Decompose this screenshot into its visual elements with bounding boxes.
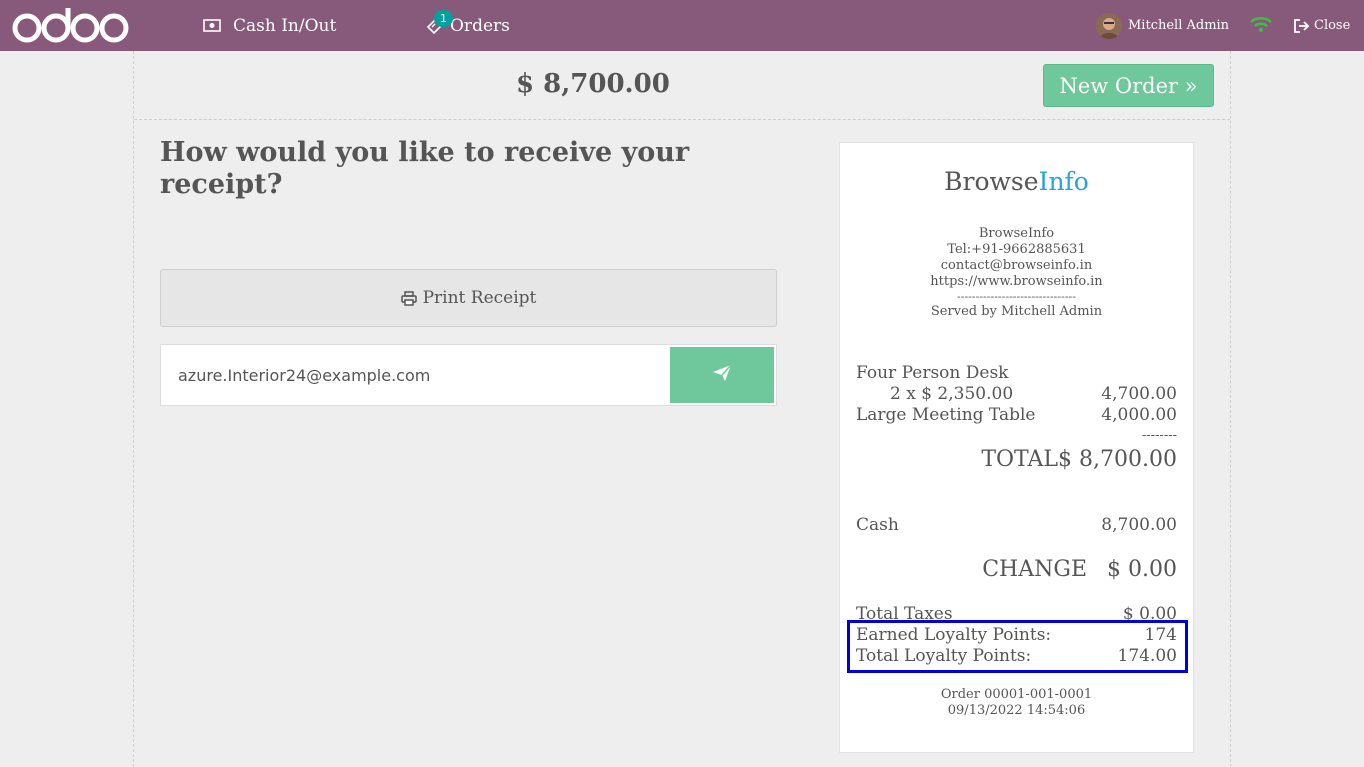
change-line: CHANGE $ 0.00	[856, 557, 1177, 582]
user-name: Mitchell Admin	[1128, 18, 1230, 33]
total-points-line: Total Loyalty Points: 174.00	[856, 646, 1177, 666]
email-input[interactable]	[178, 345, 668, 405]
receipt-line: Four Person Desk	[856, 363, 1177, 383]
product-name: Large Meeting Table	[856, 405, 1036, 425]
wifi-icon	[1250, 16, 1272, 36]
total-label: TOTAL	[981, 447, 1059, 472]
money-icon	[203, 19, 221, 32]
receipt-line: Large Meeting Table 4,000.00	[856, 405, 1177, 425]
served-by: Served by Mitchell Admin	[930, 304, 1103, 319]
header-separator: --------------------------------	[957, 290, 1076, 303]
company-email: contact@browseinfo.in	[940, 258, 1093, 273]
receipt-total: TOTAL $ 8,700.00	[856, 447, 1177, 472]
total-points-value: 174.00	[1117, 646, 1177, 666]
close-label: Close	[1314, 18, 1351, 33]
product-amount: 4,700.00	[1101, 384, 1177, 404]
cash-in-out-button[interactable]: Cash In/Out	[203, 0, 336, 51]
brand-accent: Info	[1038, 167, 1089, 196]
top-navbar: Cash In/Out 1 Orders Mitchell Admin Clos…	[0, 0, 1364, 51]
receipt-line-detail: 2 x $ 2,350.00 4,700.00	[856, 384, 1177, 404]
receipt-preview: BrowseInfo BrowseInfo Tel:+91-9662885631…	[839, 142, 1194, 753]
payment-line: Cash 8,700.00	[856, 515, 1177, 535]
company-website: https://www.browseinfo.in	[930, 274, 1103, 289]
change-label: CHANGE	[982, 557, 1088, 582]
sign-out-icon	[1294, 18, 1310, 33]
sum-separator: --------	[856, 428, 1177, 443]
receipt-header: BrowseInfo Tel:+91-9662885631 contact@br…	[840, 226, 1193, 320]
payment-header: $ 8,700.00 New Order »	[134, 51, 1230, 120]
new-order-button[interactable]: New Order »	[1043, 64, 1214, 107]
printer-icon	[400, 290, 417, 306]
order-reference: Order 00001-001-0001	[940, 687, 1093, 702]
user-menu[interactable]: Mitchell Admin	[1096, 0, 1229, 51]
earned-points-value: 174	[1144, 625, 1177, 645]
brand-main: Browse	[944, 167, 1039, 196]
print-receipt-label: Print Receipt	[422, 288, 537, 308]
product-amount: 4,000.00	[1101, 405, 1177, 425]
send-email-button[interactable]	[670, 347, 774, 403]
avatar	[1096, 12, 1122, 39]
receipt-footer: Order 00001-001-0001 09/13/2022 14:54:06	[840, 687, 1193, 719]
company-phone: Tel:+91-9662885631	[947, 242, 1086, 257]
total-value: $ 8,700.00	[1058, 447, 1177, 472]
orders-count-badge: 1	[434, 10, 453, 27]
payment-screen: $ 8,700.00 New Order » How would you lik…	[133, 51, 1231, 767]
order-date: 09/13/2022 14:54:06	[947, 703, 1086, 718]
cash-in-out-label: Cash In/Out	[233, 15, 337, 36]
company-name: BrowseInfo	[978, 226, 1055, 241]
orders-label: Orders	[450, 15, 510, 36]
order-total: $ 8,700.00	[516, 69, 670, 99]
earned-points-line: Earned Loyalty Points: 174	[856, 625, 1177, 645]
orders-button[interactable]: 1 Orders	[426, 0, 510, 51]
receipt-brand-logo: BrowseInfo	[840, 167, 1193, 196]
receipt-question: How would you like to receive your recei…	[160, 137, 690, 200]
email-receipt-form	[160, 344, 777, 406]
close-button[interactable]: Close	[1294, 0, 1350, 51]
paper-plane-icon	[712, 364, 732, 386]
product-qty-price: 2 x $ 2,350.00	[890, 384, 1014, 404]
payment-method: Cash	[856, 515, 899, 535]
print-receipt-button[interactable]: Print Receipt	[160, 269, 777, 327]
total-points-label: Total Loyalty Points:	[856, 646, 1032, 666]
earned-points-label: Earned Loyalty Points:	[856, 625, 1052, 645]
payment-amount: 8,700.00	[1101, 515, 1177, 535]
product-name: Four Person Desk	[856, 363, 1009, 383]
odoo-logo	[10, 5, 130, 45]
change-value: $ 0.00	[1107, 557, 1177, 582]
sum-separator-text: --------	[1141, 428, 1177, 443]
